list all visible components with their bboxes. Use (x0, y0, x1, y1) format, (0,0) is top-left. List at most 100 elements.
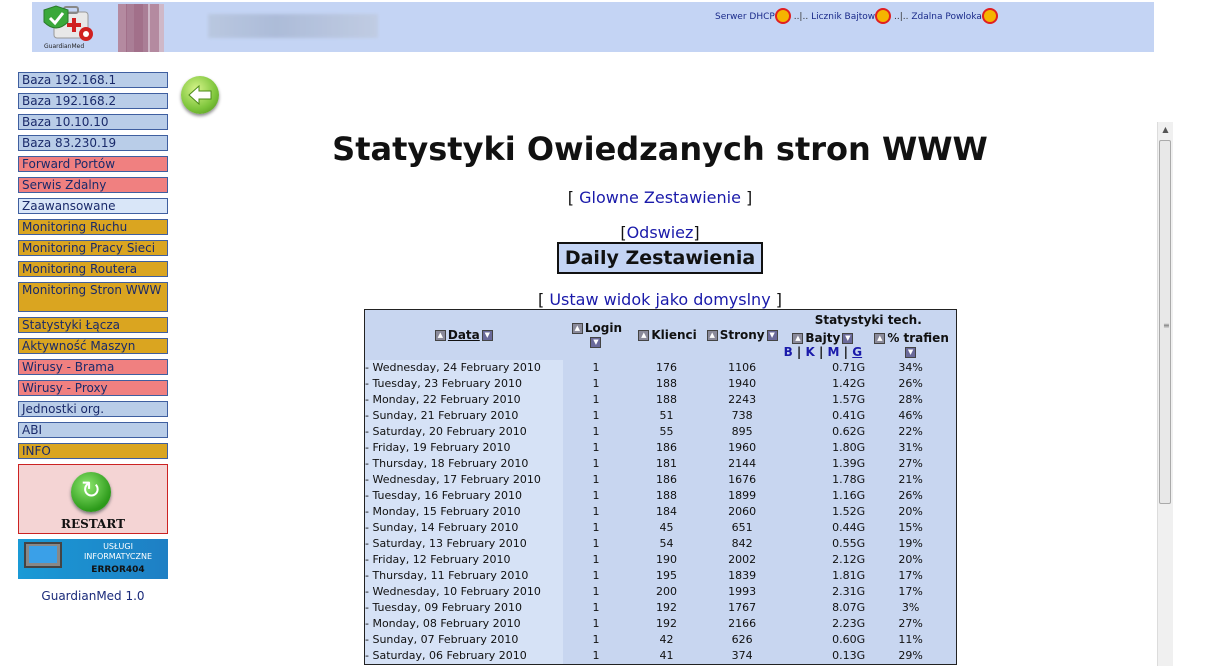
row-strony-link[interactable]: 1676 (704, 472, 781, 488)
restart-button[interactable]: ↻ RESTART (18, 464, 168, 534)
row-date-link[interactable]: - Monday, 08 February 2010 (365, 616, 563, 632)
sort-by-date-link[interactable]: Data (448, 328, 480, 342)
sidebar-item-forward-portow[interactable]: Forward Portów (18, 156, 168, 172)
row-strony-link[interactable]: 2166 (704, 616, 781, 632)
row-date-link[interactable]: - Friday, 12 February 2010 (365, 552, 563, 568)
sidebar-item-baza-83-230-19[interactable]: Baza 83.230.19 (18, 135, 168, 151)
sidebar-item-zaawansowane[interactable]: Zaawansowane (18, 198, 168, 214)
sidebar-item-wirusy-brama[interactable]: Wirusy - Brama (18, 359, 168, 375)
sort-up-icon[interactable]: ▲ (638, 330, 650, 341)
row-date-link[interactable]: - Sunday, 21 February 2010 (365, 408, 563, 424)
row-trafien: 27% (898, 617, 923, 630)
row-date-link[interactable]: - Sunday, 14 February 2010 (365, 520, 563, 536)
sort-down-icon[interactable]: ▼ (590, 337, 602, 348)
logo-caption: GuardianMed (44, 43, 85, 50)
dhcp-link[interactable]: Serwer DHCP (715, 12, 775, 22)
error404-banner[interactable]: USŁUGI INFORMATYCZNE ERROR404 (18, 539, 168, 579)
unit-g-link[interactable]: G (852, 345, 862, 359)
sidebar-item-serwis-zdalny[interactable]: Serwis Zdalny (18, 177, 168, 193)
scroll-up-icon[interactable]: ▲ (1158, 122, 1173, 137)
row-date-link[interactable]: - Monday, 15 February 2010 (365, 504, 563, 520)
set-default-view-link[interactable]: Ustaw widok jako domyslny (549, 290, 770, 309)
sidebar-item-jednostki-org[interactable]: Jednostki org. (18, 401, 168, 417)
sort-down-icon[interactable]: ▼ (905, 347, 917, 358)
header-klienci-label: Klienci (651, 328, 697, 342)
row-date-link[interactable]: - Monday, 22 February 2010 (365, 392, 563, 408)
row-date-link[interactable]: - Saturday, 06 February 2010 (365, 648, 563, 664)
row-trafien: 22% (898, 425, 923, 438)
odswiez-link[interactable]: Odswiez (627, 223, 694, 242)
row-date-link[interactable]: - Tuesday, 23 February 2010 (365, 376, 563, 392)
row-strony-link[interactable]: 2144 (704, 456, 781, 472)
row-strony-link[interactable]: 738 (704, 408, 781, 424)
row-date-link[interactable]: - Wednesday, 17 February 2010 (365, 472, 563, 488)
unit-k-link[interactable]: K (805, 345, 814, 359)
sort-down-icon[interactable]: ▼ (842, 333, 854, 344)
sidebar-item-wirusy-proxy[interactable]: Wirusy - Proxy (18, 380, 168, 396)
scroll-thumb[interactable]: ≡ (1159, 140, 1171, 504)
row-klienci: 190 (656, 553, 678, 566)
row-trafien: 31% (898, 441, 923, 454)
row-login: 1 (592, 633, 600, 646)
row-date-link[interactable]: - Saturday, 13 February 2010 (365, 536, 563, 552)
row-strony-link[interactable]: 651 (704, 520, 781, 536)
sidebar-item-info[interactable]: INFO (18, 443, 168, 459)
sort-down-icon[interactable]: ▼ (766, 330, 778, 341)
sidebar-item-monitoring-pracy-sieci[interactable]: Monitoring Pracy Sieci (18, 240, 168, 256)
row-bajty: 2.31G (832, 585, 866, 598)
row-strony-link[interactable]: 1960 (704, 440, 781, 456)
back-button[interactable] (181, 76, 219, 114)
row-strony-link[interactable]: 1767 (704, 600, 781, 616)
row-klienci: 54 (659, 537, 674, 550)
row-strony-link[interactable]: 374 (704, 648, 781, 664)
row-date-link[interactable]: - Thursday, 11 February 2010 (365, 568, 563, 584)
row-strony-link[interactable]: 1940 (704, 376, 781, 392)
row-strony-link[interactable]: 1993 (704, 584, 781, 600)
bracket: ] (746, 188, 753, 207)
sort-up-icon[interactable]: ▲ (874, 333, 886, 344)
sidebar-item-statystyki-lacza[interactable]: Statystyki Łącza (18, 317, 168, 333)
row-strony-link[interactable]: 626 (704, 632, 781, 648)
row-date-link[interactable]: - Wednesday, 10 February 2010 (365, 584, 563, 600)
sort-up-icon[interactable]: ▲ (706, 330, 718, 341)
row-date-link[interactable]: - Sunday, 07 February 2010 (365, 632, 563, 648)
row-strony-link[interactable]: 1839 (704, 568, 781, 584)
sidebar-item-abi[interactable]: ABI (18, 422, 168, 438)
row-strony-link[interactable]: 895 (704, 424, 781, 440)
row-strony-link[interactable]: 1106 (704, 360, 781, 376)
sort-up-icon[interactable]: ▲ (792, 333, 804, 344)
row-date-link[interactable]: - Saturday, 20 February 2010 (365, 424, 563, 440)
sidebar-item-monitoring-ruchu[interactable]: Monitoring Ruchu (18, 219, 168, 235)
byte-counter-link[interactable]: Licznik Bajtow (811, 12, 875, 22)
sort-up-icon[interactable]: ▲ (571, 323, 583, 334)
remote-shell-link[interactable]: Zdalna Powloka (911, 12, 982, 22)
table-row: - Thursday, 11 February 2010 1 195 1839 1.81… (365, 568, 956, 584)
row-date-link[interactable]: - Wednesday, 24 February 2010 (365, 360, 563, 376)
sidebar-item-aktywnosc-maszyn[interactable]: Aktywność Maszyn (18, 338, 168, 354)
unit-b-link[interactable]: B (784, 345, 793, 359)
row-bajty: 1.39G (832, 457, 866, 470)
row-date-link[interactable]: - Tuesday, 09 February 2010 (365, 600, 563, 616)
sidebar-item-monitoring-stron-www[interactable]: Monitoring Stron WWW (18, 282, 168, 312)
sort-up-icon[interactable]: ▲ (434, 330, 446, 341)
row-strony-link[interactable]: 2243 (704, 392, 781, 408)
banner-line1: USŁUGI (103, 542, 133, 551)
monitor-icon (24, 542, 62, 568)
sort-down-icon[interactable]: ▼ (481, 330, 493, 341)
row-date-link[interactable]: - Friday, 19 February 2010 (365, 440, 563, 456)
table-row: - Friday, 19 February 2010 1 186 1960 1.80G 3… (365, 440, 956, 456)
glowne-zestawienie-link[interactable]: Glowne Zestawienie (579, 188, 741, 207)
sidebar-item-baza-192-168-2[interactable]: Baza 192.168.2 (18, 93, 168, 109)
sidebar-item-baza-192-168-1[interactable]: Baza 192.168.1 (18, 72, 168, 88)
row-date-link[interactable]: - Thursday, 18 February 2010 (365, 456, 563, 472)
unit-m-link[interactable]: M (828, 345, 840, 359)
sidebar-item-monitoring-routera[interactable]: Monitoring Routera (18, 261, 168, 277)
row-strony-link[interactable]: 2002 (704, 552, 781, 568)
row-strony-link[interactable]: 2060 (704, 504, 781, 520)
row-date-link[interactable]: - Tuesday, 16 February 2010 (365, 488, 563, 504)
sidebar-item-baza-10-10-10[interactable]: Baza 10.10.10 (18, 114, 168, 130)
row-strony-link[interactable]: 1899 (704, 488, 781, 504)
vertical-scrollbar[interactable]: ▲ ≡ (1157, 122, 1173, 666)
row-strony-link[interactable]: 842 (704, 536, 781, 552)
row-klienci: 42 (659, 633, 674, 646)
